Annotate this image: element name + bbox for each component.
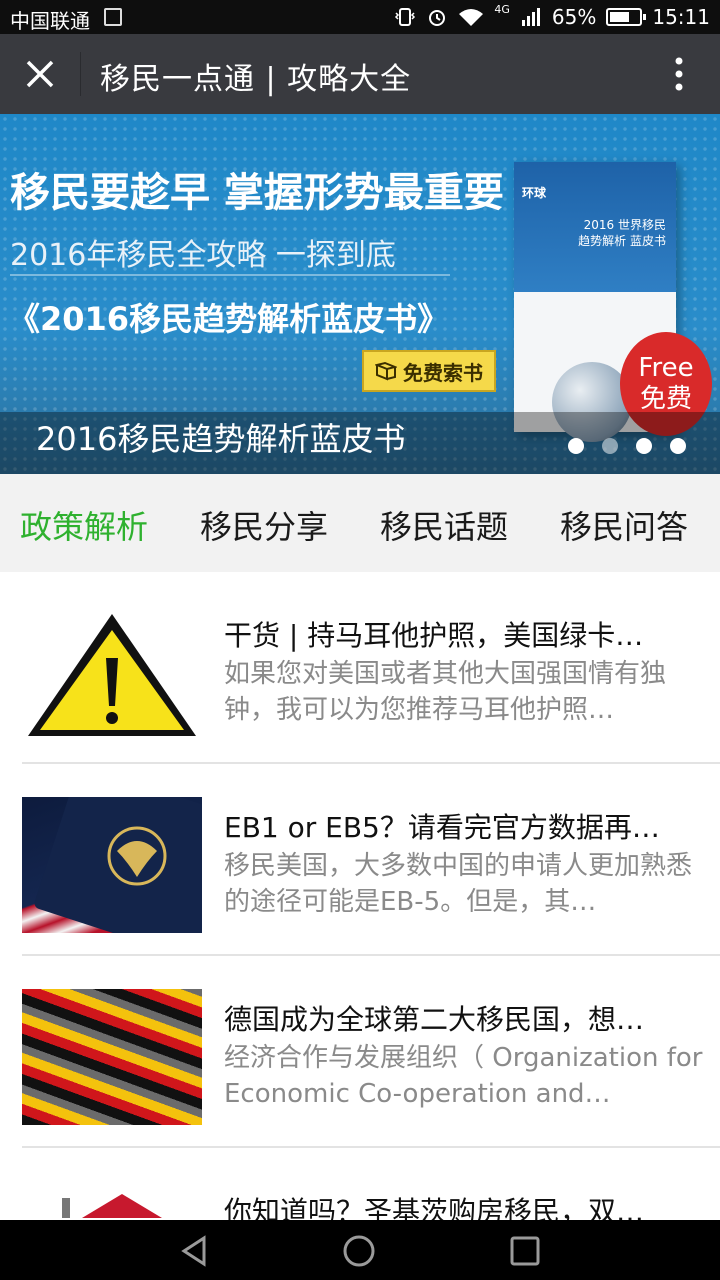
article-title: EB1 or EB5？请看完官方数据再… [224, 811, 660, 844]
eagle-seal-icon [107, 826, 167, 886]
network-type-label: 4G [494, 2, 510, 16]
home-icon[interactable] [342, 1234, 376, 1268]
free-request-label: 免费索书 [403, 360, 483, 385]
free-request-button[interactable]: 免费索书 [362, 350, 496, 392]
promo-banner[interactable]: 移民要趁早 掌握形势最重要 2016年移民全攻略 一探到底 《2016移民趋势解… [0, 114, 720, 474]
carousel-dot[interactable] [636, 438, 652, 454]
alarm-icon [429, 10, 446, 26]
warning-icon [28, 614, 196, 736]
tab-policy-analysis[interactable]: 政策解析 [20, 502, 148, 548]
list-item[interactable]: 干货 | 持马耳他护照，美国绿卡… 如果您对美国或者其他大国强国情有独钟，我可以… [0, 572, 720, 764]
title-bar: 移民一点通 | 攻略大全 [0, 34, 720, 114]
banner-divider [10, 274, 450, 276]
banner-book-title: 《2016移民趋势解析蓝皮书》 [8, 300, 450, 338]
article-summary: 经济合作与发展组织（ Organization for Economic Co-… [224, 1043, 703, 1109]
german-flags-thumbnail [22, 989, 202, 1125]
close-icon[interactable] [22, 56, 58, 92]
page-title: 移民一点通 | 攻略大全 [100, 62, 412, 97]
more-options-icon[interactable] [674, 56, 684, 92]
book-cover-text: 2016 世界移民趋势解析 蓝皮书 [578, 218, 666, 248]
passport-thumbnail [22, 797, 202, 933]
tab-immigration-qa[interactable]: 移民问答 [560, 502, 688, 548]
battery-percent: 65% [551, 5, 597, 29]
article-title: 德国成为全球第二大移民国，想… [224, 1003, 645, 1036]
carousel-dot[interactable] [602, 438, 618, 454]
carousel-dot[interactable] [670, 438, 686, 454]
warning-sign-thumbnail [22, 608, 202, 744]
back-icon[interactable] [178, 1234, 212, 1268]
title-divider [80, 52, 81, 96]
status-bar: 中国联通 4G 65% 15:11 [0, 0, 720, 34]
book-icon [375, 361, 397, 381]
list-item[interactable]: EB1 or EB5？请看完官方数据再… 移民美国，大多数中国的申请人更加熟悉的… [0, 764, 720, 956]
battery-level [610, 12, 629, 22]
vibrate-icon [395, 8, 416, 26]
article-title: 干货 | 持马耳他护照，美国绿卡… [224, 619, 644, 652]
banner-headline: 移民要趁早 掌握形势最重要 [10, 170, 504, 216]
wifi-icon [459, 9, 484, 26]
carousel-pager [568, 438, 686, 454]
banner-caption: 2016移民趋势解析蓝皮书 [36, 420, 406, 458]
battery-icon [606, 8, 647, 26]
carousel-dot[interactable] [568, 438, 584, 454]
list-item[interactable]: 德国成为全球第二大移民国，想… 经济合作与发展组织（ Organization … [0, 956, 720, 1148]
banner-caption-bar: 2016移民趋势解析蓝皮书 [0, 412, 720, 474]
status-icons: 4G 65% 15:11 [394, 2, 710, 29]
book-brand: 环球 [522, 186, 547, 200]
banner-subline: 2016年移民全攻略 一探到底 [10, 238, 396, 273]
article-summary: 移民美国，大多数中国的申请人更加熟悉的途径可能是EB-5。但是，其… [224, 851, 693, 917]
article-summary: 如果您对美国或者其他大国强国情有独钟，我可以为您推荐马耳他护照… [224, 659, 667, 725]
tab-immigration-sharing[interactable]: 移民分享 [200, 502, 328, 548]
tab-immigration-topics[interactable]: 移民话题 [380, 502, 508, 548]
signal-icon [521, 8, 540, 26]
free-badge-en: Free [638, 352, 694, 383]
free-badge-cn: 免费 [639, 384, 692, 414]
system-nav-bar [0, 1220, 720, 1280]
clock: 15:11 [652, 5, 710, 29]
sim-icon [104, 8, 122, 26]
carrier-label: 中国联通 [10, 9, 90, 33]
category-tabs: 政策解析 移民分享 移民话题 移民问答 [0, 474, 720, 572]
recents-icon[interactable] [508, 1234, 542, 1268]
